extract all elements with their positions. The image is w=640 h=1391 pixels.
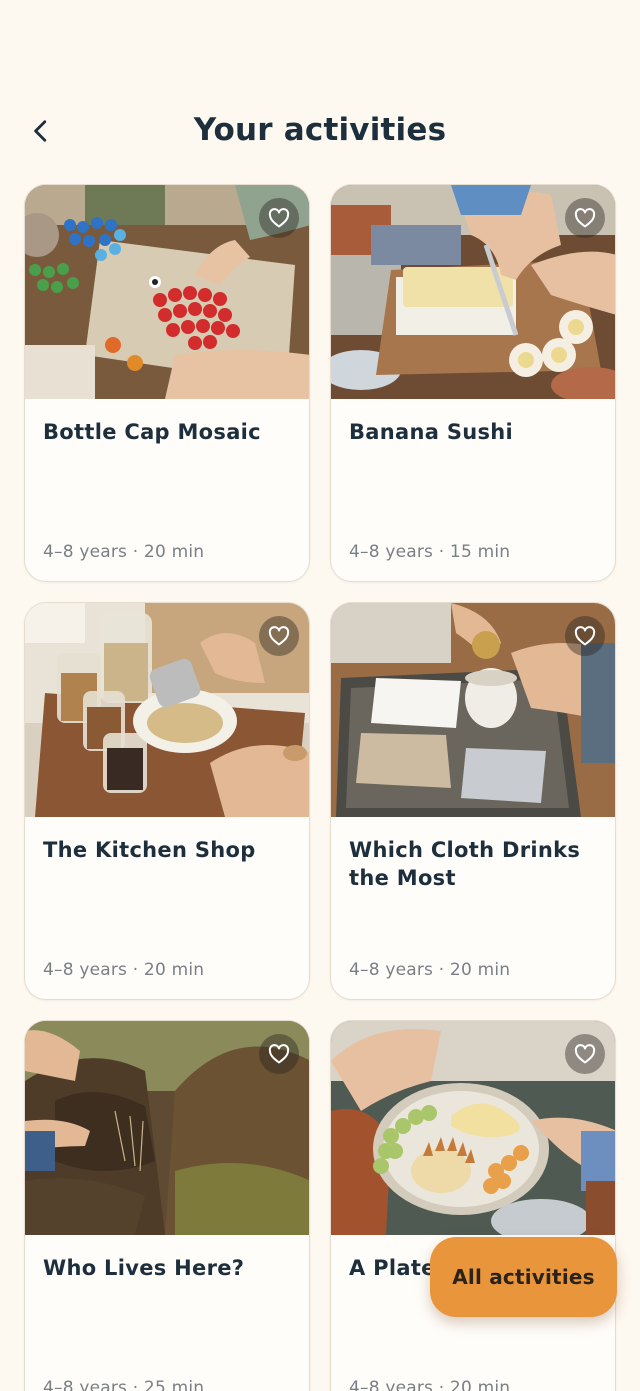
- activity-meta: 4–8 years · 20 min: [349, 960, 511, 980]
- favorite-button[interactable]: [259, 198, 299, 238]
- activity-image: [25, 1021, 309, 1235]
- heart-outline-icon: [268, 1044, 290, 1064]
- activity-grid: Bottle Cap Mosaic 4–8 years · 20 min Ban…: [24, 184, 616, 1391]
- all-activities-button[interactable]: All activities: [430, 1237, 617, 1317]
- activity-image: [331, 185, 615, 399]
- activity-image: [25, 185, 309, 399]
- activity-title: Banana Sushi: [349, 420, 514, 444]
- activity-card-kitchen-shop[interactable]: The Kitchen Shop 4–8 years · 20 min: [24, 602, 310, 1000]
- activity-meta: 4–8 years · 20 min: [43, 960, 205, 980]
- heart-outline-icon: [574, 626, 596, 646]
- favorite-button[interactable]: [565, 616, 605, 656]
- activity-meta: 4–8 years · 15 min: [349, 542, 511, 562]
- activity-meta: 4–8 years · 25 min: [43, 1378, 205, 1391]
- heart-outline-icon: [574, 1044, 596, 1064]
- activity-card-banana-sushi[interactable]: Banana Sushi 4–8 years · 15 min: [330, 184, 616, 582]
- header: Your activities: [0, 100, 640, 162]
- activity-card-which-cloth-drinks[interactable]: Which Cloth Drinks the Most 4–8 years · …: [330, 602, 616, 1000]
- activity-meta: 4–8 years · 20 min: [43, 542, 205, 562]
- heart-outline-icon: [574, 208, 596, 228]
- activity-meta: 4–8 years · 20 min: [349, 1378, 511, 1391]
- activity-image: [331, 603, 615, 817]
- activity-image: [25, 603, 309, 817]
- favorite-button[interactable]: [259, 1034, 299, 1074]
- activity-title: The Kitchen Shop: [43, 838, 256, 862]
- activity-title: Who Lives Here?: [43, 1256, 245, 1280]
- heart-outline-icon: [268, 208, 290, 228]
- activity-title: Bottle Cap Mosaic: [43, 420, 261, 444]
- activity-card-bottle-cap-mosaic[interactable]: Bottle Cap Mosaic 4–8 years · 20 min: [24, 184, 310, 582]
- activity-image: [331, 1021, 615, 1235]
- heart-outline-icon: [268, 626, 290, 646]
- activities-screen: Your activities Bottle Cap Mosaic 4–8 ye…: [0, 0, 640, 1391]
- activity-card-plate-animals[interactable]: A Plate Animals 4–8 years · 20 min: [330, 1020, 616, 1391]
- page-title: Your activities: [193, 112, 447, 148]
- favorite-button[interactable]: [259, 616, 299, 656]
- favorite-button[interactable]: [565, 1034, 605, 1074]
- activity-card-who-lives-here[interactable]: Who Lives Here? 4–8 years · 25 min: [24, 1020, 310, 1391]
- activity-title: Which Cloth Drinks the Most: [349, 838, 581, 890]
- favorite-button[interactable]: [565, 198, 605, 238]
